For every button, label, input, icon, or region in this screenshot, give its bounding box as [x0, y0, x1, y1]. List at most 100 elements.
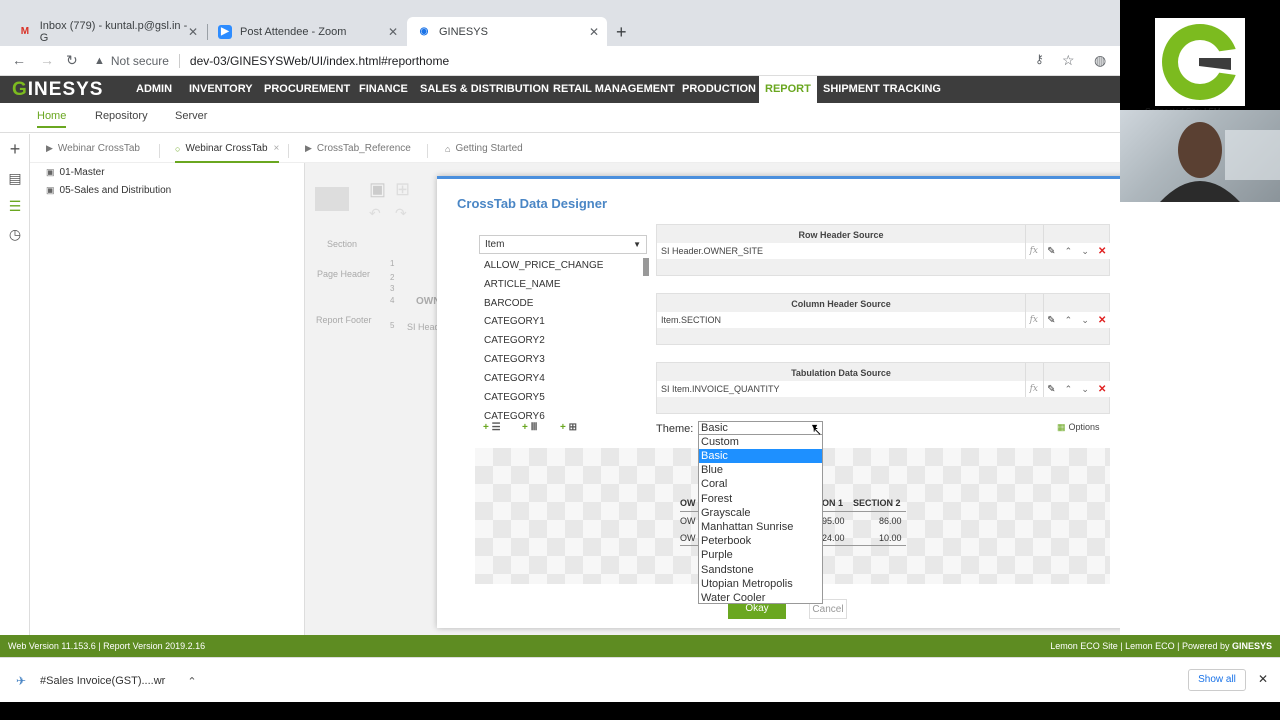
dialog-title: CrossTab Data Designer — [457, 196, 608, 211]
fx-icon[interactable]: fx — [1030, 246, 1038, 256]
field-list-scrollbar[interactable] — [643, 258, 649, 276]
logo-text: INESYS — [27, 79, 104, 100]
chevron-down-icon[interactable]: ⌄ — [1081, 384, 1089, 395]
tabulation-data-source-value[interactable]: SI Item.INVOICE_QUANTITY — [657, 381, 1025, 397]
field-item[interactable]: CATEGORY5 — [484, 392, 545, 403]
chevron-up-icon[interactable]: ⌃ — [1065, 384, 1073, 395]
theme-option-basic[interactable]: Basic — [699, 449, 822, 463]
browser-tab-gmail[interactable]: M Inbox (779) - kuntal.p@gsl.in - G ✕ — [8, 17, 206, 46]
forward-icon[interactable]: → — [40, 52, 54, 68]
theme-option-grayscale[interactable]: Grayscale — [699, 506, 822, 520]
theme-option-blue[interactable]: Blue — [699, 463, 822, 477]
column-header-source-value[interactable]: Item.SECTION — [657, 312, 1025, 328]
report-tab-label: Webinar CrossTab — [185, 143, 268, 154]
back-icon[interactable]: ← — [12, 52, 26, 68]
browser-tab-ginesys[interactable]: ◉ GINESYS ✕ — [407, 17, 607, 46]
subnav-home[interactable]: Home — [37, 110, 67, 128]
report-tab-crosstab-reference[interactable]: ▶ CrossTab_Reference — [305, 143, 411, 154]
add-row-button[interactable]: + ☰ — [483, 422, 501, 433]
ginesys-logo[interactable]: GINESYS — [12, 79, 103, 101]
add-column-button[interactable]: + Ⅲ — [522, 422, 538, 433]
theme-option-peterbook[interactable]: Peterbook — [699, 534, 822, 548]
clock-icon[interactable]: ◷ — [7, 226, 23, 242]
theme-option-coral[interactable]: Coral — [699, 477, 822, 491]
theme-option-manhattan-sunrise[interactable]: Manhattan Sunrise — [699, 520, 822, 534]
new-tab-icon[interactable]: + — [616, 22, 627, 43]
column-header-source-label: Column Header Source — [791, 299, 891, 309]
field-item[interactable]: CATEGORY1 — [484, 316, 545, 327]
nav-inventory[interactable]: INVENTORY — [183, 76, 259, 103]
field-item[interactable]: CATEGORY6 — [484, 411, 545, 419]
fx-icon[interactable]: fx — [1030, 315, 1038, 325]
reload-icon[interactable]: ↻ — [66, 52, 78, 69]
tree-item-sales-distribution[interactable]: ▣ 05-Sales and Distribution — [46, 185, 171, 196]
report-tab-getting-started[interactable]: ⌂ Getting Started — [445, 143, 523, 154]
tree-item-master[interactable]: ▣ 01-Master — [46, 167, 105, 178]
field-item[interactable]: CATEGORY4 — [484, 373, 545, 384]
add-data-button[interactable]: + ⊞ — [560, 422, 577, 433]
close-icon[interactable]: ✕ — [589, 25, 599, 39]
close-icon[interactable]: ✕ — [188, 25, 198, 39]
theme-option-utopian-metropolis[interactable]: Utopian Metropolis — [699, 577, 822, 591]
nav-admin[interactable]: ADMIN — [130, 76, 178, 103]
download-item[interactable]: ✈ #Sales Invoice(GST)....wr ⌃ — [16, 674, 197, 688]
document-icon[interactable]: ▤ — [7, 170, 23, 186]
report-tab-webinar-crosstab-2[interactable]: ○ Webinar CrossTab × — [175, 143, 280, 163]
edit-icon[interactable]: ✎ — [1047, 315, 1055, 326]
edit-icon[interactable]: ✎ — [1047, 384, 1055, 395]
profile-icon[interactable]: ◍ — [1094, 52, 1106, 69]
nav-production[interactable]: PRODUCTION — [676, 76, 762, 103]
delete-icon[interactable]: ✕ — [1098, 246, 1106, 257]
nav-finance[interactable]: FINANCE — [353, 76, 414, 103]
show-all-button[interactable]: Show all — [1188, 669, 1246, 691]
close-icon[interactable]: ✕ — [1258, 672, 1268, 686]
field-item[interactable]: CATEGORY2 — [484, 335, 545, 346]
divider — [427, 144, 428, 158]
nav-retail-management[interactable]: RETAIL MANAGEMENT — [547, 76, 681, 103]
browser-tab-title: Inbox (779) - kuntal.p@gsl.in - G — [39, 19, 188, 44]
address-bar[interactable]: ▲ Not secure dev-03/GINESYSWeb/UI/index.… — [94, 51, 1054, 71]
theme-option-water-cooler[interactable]: Water Cooler — [699, 591, 822, 605]
field-list: ALLOW_PRICE_CHANGE ARTICLE_NAME BARCODE … — [479, 257, 649, 419]
theme-option-sandstone[interactable]: Sandstone — [699, 563, 822, 577]
chevron-up-icon[interactable]: ⌃ — [187, 675, 196, 688]
browser-toolbar: ← → ↻ ▲ Not secure dev-03/GINESYSWeb/UI/… — [0, 46, 1120, 76]
theme-option-forest[interactable]: Forest — [699, 492, 822, 506]
nav-report[interactable]: REPORT — [759, 76, 817, 103]
chevron-down-icon[interactable]: ⌄ — [1081, 315, 1089, 326]
row-header-actions: fx ✎ ⌃ ⌄ ✕ — [1025, 243, 1111, 259]
report-tabs: ▶ Webinar CrossTab ○ Webinar CrossTab × ▶ Cr… — [30, 134, 1120, 163]
ginesys-icon: ◉ — [419, 26, 429, 37]
add-icon[interactable]: + — [7, 140, 23, 158]
field-item[interactable]: BARCODE — [484, 298, 533, 309]
nav-shipment-tracking[interactable]: SHIPMENT TRACKING — [817, 76, 947, 103]
nav-sales-distribution[interactable]: SALES & DISTRIBUTION — [414, 76, 555, 103]
datasource-select[interactable]: Item ▼ — [479, 235, 647, 254]
subnav-server[interactable]: Server — [175, 110, 207, 122]
browser-tab-zoom[interactable]: ▶ Post Attendee - Zoom ✕ — [208, 17, 406, 46]
folder-icon: ▣ — [46, 185, 55, 195]
database-icon[interactable]: ☰ — [7, 198, 23, 214]
row-header-source-value[interactable]: SI Header.OWNER_SITE — [657, 243, 1025, 259]
delete-icon[interactable]: ✕ — [1098, 315, 1106, 326]
delete-icon[interactable]: ✕ — [1098, 384, 1106, 395]
chevron-up-icon[interactable]: ⌃ — [1065, 246, 1073, 257]
close-icon[interactable]: ✕ — [388, 25, 398, 39]
chevron-up-icon[interactable]: ⌃ — [1065, 315, 1073, 326]
field-item[interactable]: ALLOW_PRICE_CHANGE — [484, 260, 603, 271]
nav-procurement[interactable]: PROCUREMENT — [258, 76, 356, 103]
report-tab-webinar-crosstab-1[interactable]: ▶ Webinar CrossTab — [46, 143, 140, 154]
edit-icon[interactable]: ✎ — [1047, 246, 1055, 257]
options-button[interactable]: ▦ Options — [1057, 422, 1100, 433]
chevron-down-icon[interactable]: ⌄ — [1081, 246, 1089, 257]
star-icon[interactable]: ☆ — [1062, 52, 1075, 69]
field-item[interactable]: ARTICLE_NAME — [484, 279, 561, 290]
close-icon[interactable]: × — [274, 143, 280, 154]
field-item[interactable]: CATEGORY3 — [484, 354, 545, 365]
theme-option-purple[interactable]: Purple — [699, 548, 822, 562]
key-icon[interactable]: ⚷ — [1035, 52, 1044, 66]
theme-option-custom[interactable]: Custom — [699, 435, 822, 449]
subnav-repository[interactable]: Repository — [95, 110, 148, 122]
fx-icon[interactable]: fx — [1030, 384, 1038, 394]
row-number: 3 — [390, 284, 395, 293]
